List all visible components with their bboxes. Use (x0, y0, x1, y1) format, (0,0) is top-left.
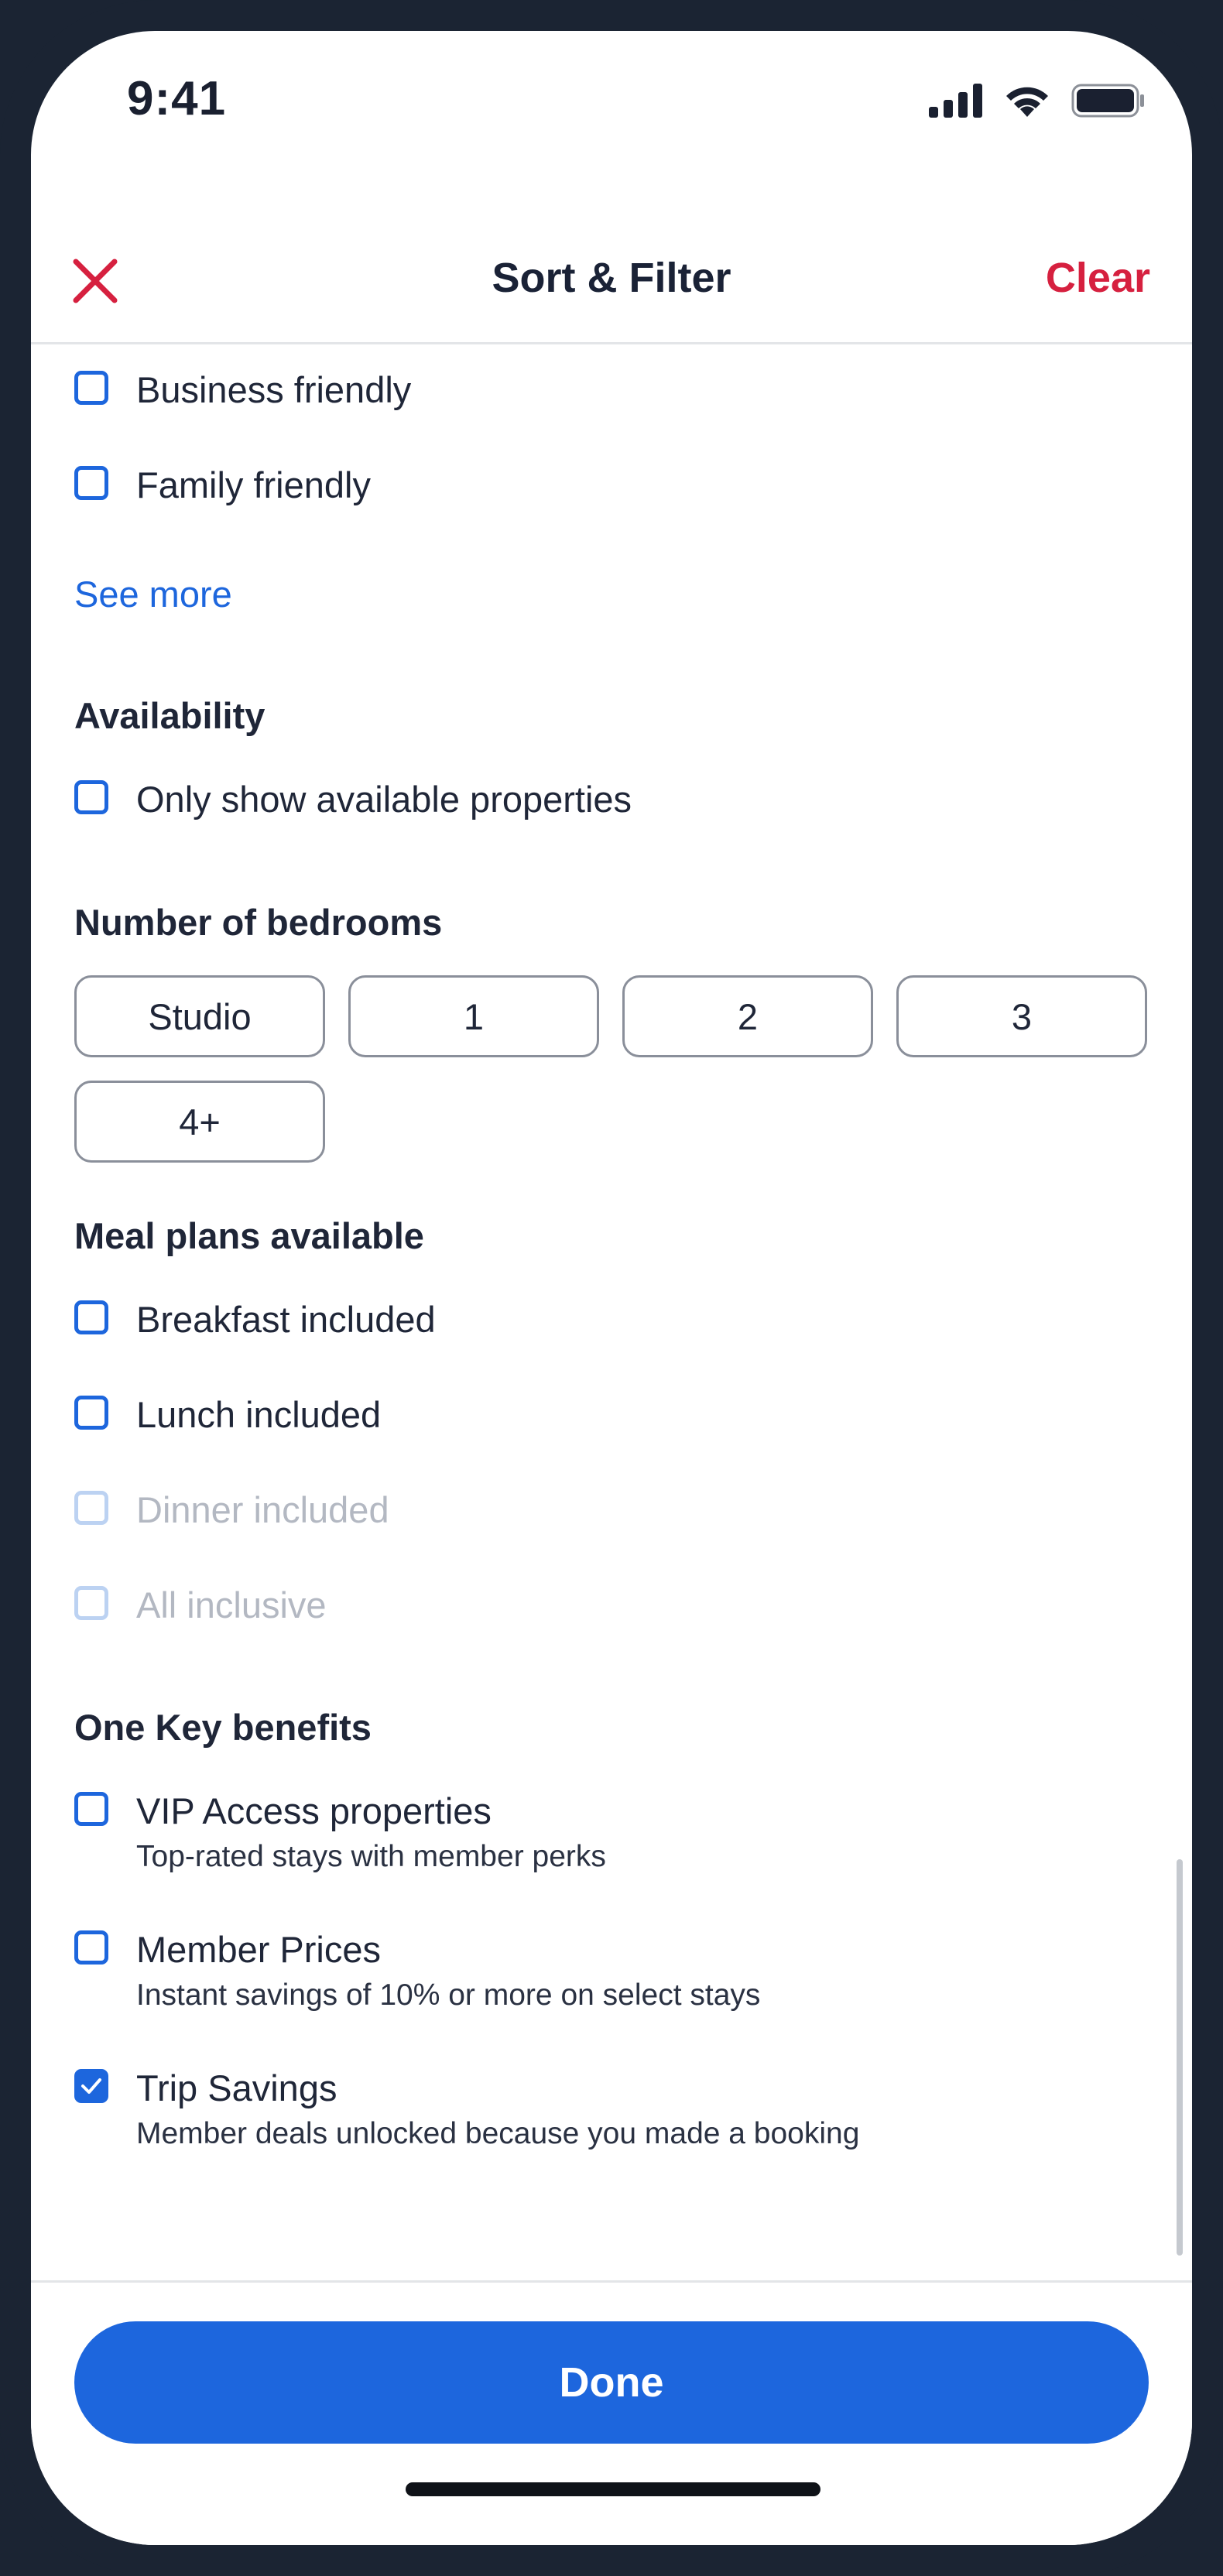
checkbox-row-all-inclusive: All inclusive (74, 1586, 327, 1625)
checkbox[interactable] (74, 780, 108, 814)
checkbox-disabled (74, 1586, 108, 1620)
checkbox-row-lunch[interactable]: Lunch included (74, 1396, 381, 1434)
checkbox-label: All inclusive (136, 1584, 327, 1625)
checkbox[interactable] (74, 371, 108, 405)
device-frame: 9:41 Sort & Filter Clear Business friend… (0, 0, 1223, 2576)
checkbox[interactable] (74, 1300, 108, 1334)
checkbox[interactable] (74, 1930, 108, 1965)
status-icons (929, 77, 1146, 124)
scrollbar[interactable] (1177, 1859, 1183, 2256)
section-title-availability: Availability (74, 695, 265, 736)
checkmark-icon (81, 2078, 101, 2094)
checkbox-row-member-prices[interactable]: Member Prices Instant savings of 10% or … (74, 1930, 760, 2012)
checkbox[interactable] (74, 466, 108, 500)
home-indicator (406, 2482, 820, 2496)
checkbox-label: Dinner included (136, 1489, 389, 1530)
checkbox-label: Only show available properties (136, 779, 632, 820)
checkbox-label-group: Trip Savings Member deals unlocked becau… (136, 2069, 859, 2151)
checkbox-label-group: VIP Access properties Top-rated stays wi… (136, 1792, 606, 1874)
see-more-link[interactable]: See more (74, 573, 232, 615)
section-title-bedrooms: Number of bedrooms (74, 902, 443, 943)
bedroom-chip-studio[interactable]: Studio (74, 975, 325, 1057)
checkbox-label: VIP Access properties (136, 1790, 492, 1831)
battery-icon (1071, 84, 1144, 118)
sheet-footer: Done (31, 2280, 1192, 2545)
checkbox-description: Top-rated stays with member perks (136, 1840, 606, 1873)
checkbox-label: Breakfast included (136, 1299, 436, 1340)
page-title: Sort & Filter (492, 255, 731, 301)
screen: 9:41 Sort & Filter Clear Business friend… (31, 31, 1192, 2545)
checkbox-row-family-friendly[interactable]: Family friendly (74, 466, 371, 505)
checkbox-checked[interactable] (74, 2069, 108, 2103)
section-title-one-key: One Key benefits (74, 1707, 372, 1748)
section-title-meal-plans: Meal plans available (74, 1215, 424, 1256)
checkbox-row-business-friendly[interactable]: Business friendly (74, 371, 411, 409)
filter-list[interactable]: Business friendly Family friendly See mo… (31, 344, 1192, 2281)
checkbox-label: Lunch included (136, 1394, 382, 1435)
checkbox-label: Trip Savings (136, 2067, 337, 2108)
checkbox[interactable] (74, 1396, 108, 1430)
done-button[interactable]: Done (74, 2321, 1149, 2444)
checkbox-label: Business friendly (136, 369, 412, 410)
checkbox-description: Instant savings of 10% or more on select… (136, 1978, 761, 2012)
checkbox-disabled (74, 1491, 108, 1525)
checkbox[interactable] (74, 1792, 108, 1826)
cellular-signal-icon (929, 84, 982, 118)
checkbox-description: Member deals unlocked because you made a… (136, 2117, 860, 2150)
bedroom-chip-4-plus[interactable]: 4+ (74, 1081, 325, 1163)
bedroom-chip-1[interactable]: 1 (348, 975, 599, 1057)
bedroom-chip-3[interactable]: 3 (896, 975, 1147, 1057)
clear-button[interactable]: Clear (1046, 254, 1150, 302)
checkbox-row-available-only[interactable]: Only show available properties (74, 780, 632, 819)
checkbox-row-trip-savings[interactable]: Trip Savings Member deals unlocked becau… (74, 2069, 859, 2151)
checkbox-row-vip-access[interactable]: VIP Access properties Top-rated stays wi… (74, 1792, 606, 1874)
checkbox-label: Member Prices (136, 1929, 382, 1970)
checkbox-label: Family friendly (136, 464, 371, 505)
checkbox-label-group: Member Prices Instant savings of 10% or … (136, 1930, 760, 2012)
sheet-header: Sort & Filter Clear (31, 217, 1192, 344)
status-time: 9:41 (127, 72, 227, 125)
checkbox-row-breakfast[interactable]: Breakfast included (74, 1300, 436, 1339)
checkbox-row-dinner: Dinner included (74, 1491, 389, 1530)
bedroom-chip-2[interactable]: 2 (622, 975, 873, 1057)
wifi-icon (1006, 87, 1048, 117)
